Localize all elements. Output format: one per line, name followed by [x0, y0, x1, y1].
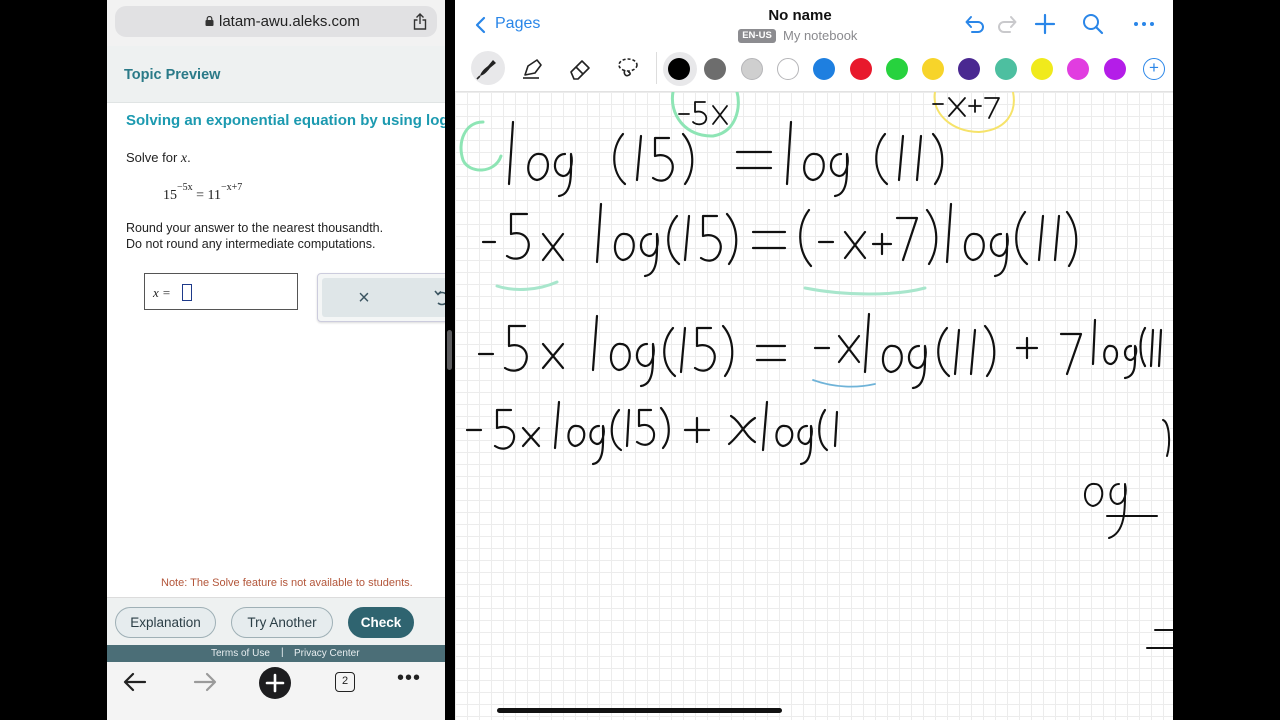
- solve-suffix: .: [187, 150, 191, 165]
- new-tab-button[interactable]: [259, 667, 291, 699]
- pen-tool[interactable]: [471, 51, 505, 85]
- color-swatch[interactable]: [1031, 58, 1053, 80]
- color-swatch[interactable]: [885, 58, 908, 80]
- eraser-tool[interactable]: [563, 51, 597, 85]
- undo-answer-icon[interactable]: [430, 286, 445, 310]
- equation-left-base: 15: [163, 188, 177, 203]
- home-indicator[interactable]: [497, 708, 782, 713]
- instructions-line-1: Round your answer to the nearest thousan…: [126, 221, 384, 235]
- color-swatch[interactable]: [813, 58, 836, 80]
- browser-pane: latam-awu.aleks.com Topic Preview Solvin…: [107, 0, 445, 720]
- ink-annotation-1: [678, 97, 1000, 126]
- screen: latam-awu.aleks.com Topic Preview Solvin…: [0, 0, 1280, 720]
- language-badge[interactable]: EN-US: [738, 29, 776, 43]
- equation-left-exponent: −5x: [177, 182, 193, 193]
- browser-address-area: latam-awu.aleks.com: [107, 0, 445, 46]
- page-footer: Terms of Use | Privacy Center: [107, 645, 445, 662]
- browser-toolbar: 2 •••: [107, 662, 445, 720]
- ink-line-3: [477, 312, 1163, 390]
- explanation-button[interactable]: Explanation: [115, 607, 216, 638]
- try-another-button[interactable]: Try Another: [231, 607, 333, 638]
- ink-line-2: [481, 202, 1078, 278]
- address-bar[interactable]: latam-awu.aleks.com: [115, 6, 437, 37]
- share-icon[interactable]: [413, 13, 427, 30]
- equation: 15−5x = 11−x+7: [163, 182, 242, 204]
- plus-icon: [265, 673, 285, 693]
- color-swatch[interactable]: [994, 58, 1017, 80]
- topic-title: Topic Preview: [124, 67, 221, 83]
- answer-field[interactable]: x =: [144, 273, 298, 310]
- more-options-icon[interactable]: •••: [397, 668, 425, 694]
- solve-prefix: Solve for: [126, 150, 181, 165]
- color-swatch[interactable]: [1103, 58, 1126, 80]
- back-arrow-icon[interactable]: [121, 670, 149, 694]
- split-view-handle[interactable]: [447, 330, 452, 370]
- ink-line-1: [507, 120, 944, 198]
- search-icon[interactable]: [1081, 12, 1105, 36]
- solve-feature-note: Note: The Solve feature is not available…: [161, 577, 413, 589]
- lasso-icon: [618, 58, 638, 77]
- color-swatch[interactable]: [776, 58, 799, 80]
- toolbar-divider: [656, 52, 657, 84]
- color-swatch[interactable]: [668, 58, 690, 80]
- problem-title: Solving an exponential equation by using…: [126, 112, 445, 129]
- pen-icon: [476, 60, 496, 80]
- add-color-button[interactable]: +: [1143, 58, 1165, 80]
- answer-tools-inner: ×: [322, 278, 445, 317]
- undo-icon[interactable]: [963, 13, 987, 37]
- eraser-icon: [570, 60, 590, 80]
- notes-pane: Pages No name EN-US My notebook +: [455, 0, 1173, 720]
- lock-icon: [205, 16, 214, 26]
- add-icon[interactable]: [1033, 12, 1057, 36]
- answer-input-slot[interactable]: [182, 284, 192, 301]
- forward-arrow-icon[interactable]: [191, 670, 219, 694]
- color-swatch[interactable]: [704, 58, 727, 80]
- lasso-tool[interactable]: [611, 51, 645, 85]
- check-button[interactable]: Check: [348, 607, 414, 638]
- color-swatch[interactable]: [1067, 58, 1090, 80]
- tab-count-button[interactable]: 2: [335, 672, 355, 692]
- solve-prompt: Solve for x.: [126, 150, 191, 167]
- ink-line-4: [465, 400, 839, 466]
- equation-right-base: 11: [207, 188, 222, 203]
- highlighter-icon: [523, 59, 542, 79]
- topic-header: Topic Preview: [107, 46, 445, 103]
- color-swatch[interactable]: [922, 58, 945, 80]
- more-icon[interactable]: [1131, 12, 1157, 36]
- terms-of-use-link[interactable]: Terms of Use: [211, 648, 270, 659]
- answer-label: x =: [153, 285, 171, 300]
- notes-header: Pages No name EN-US My notebook +: [455, 0, 1173, 92]
- privacy-center-link[interactable]: Privacy Center: [294, 648, 360, 659]
- answer-tools-panel: ×: [317, 273, 445, 322]
- redo-icon[interactable]: [995, 13, 1019, 37]
- equation-right-exponent: −x+7: [221, 182, 243, 193]
- color-swatch[interactable]: [849, 58, 872, 80]
- handwritten-work: [459, 92, 1173, 649]
- instructions-line-2: Do not round any intermediate computatio…: [126, 237, 376, 251]
- url-text: latam-awu.aleks.com: [219, 13, 360, 30]
- highlighter-tool[interactable]: [515, 51, 549, 85]
- note-canvas[interactable]: [455, 92, 1173, 720]
- color-swatch[interactable]: [958, 58, 981, 80]
- equation-equals: =: [196, 188, 205, 203]
- notebook-name[interactable]: My notebook: [783, 28, 857, 43]
- color-swatch[interactable]: [740, 58, 763, 80]
- clear-answer-button[interactable]: ×: [352, 286, 376, 310]
- footer-separator: |: [281, 647, 284, 658]
- action-button-bar: Explanation Try Another Check: [107, 597, 445, 645]
